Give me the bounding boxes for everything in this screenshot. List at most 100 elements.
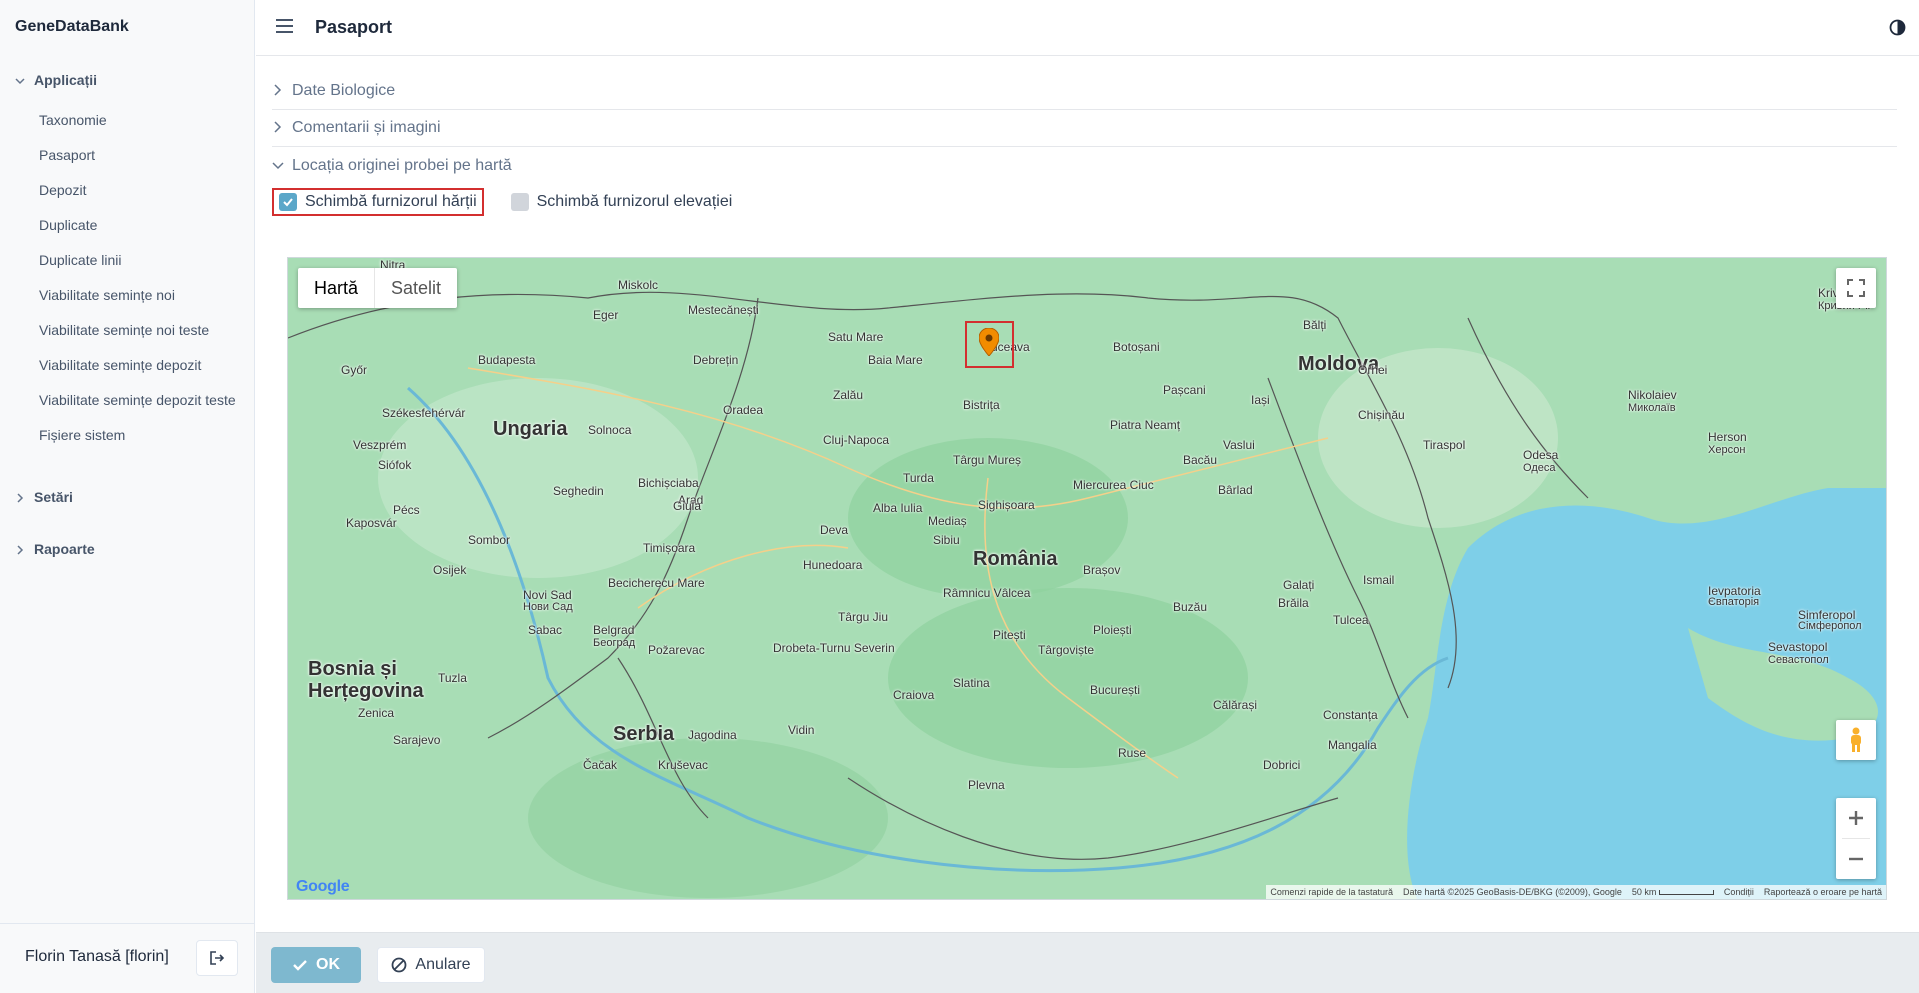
section-locatia-originei[interactable]: Locația originei probei pe hartă [272, 147, 1897, 184]
minus-icon [1849, 857, 1863, 861]
map-place-label: Херсон [1708, 444, 1746, 456]
sidebar: GeneDataBank Applicații Taxonomie Pasapo… [0, 0, 255, 993]
user-name: Florin Tanasă [florin] [25, 948, 169, 965]
elevation-provider-checkbox[interactable]: Schimbă furnizorul elevației [506, 188, 738, 216]
map-place-label: Ruse [1118, 746, 1147, 760]
menu-icon[interactable] [276, 19, 293, 33]
sidebar-item-duplicate[interactable]: Duplicate [39, 213, 236, 248]
terms-link[interactable]: Condiții [1724, 885, 1754, 899]
map-place-label: Mangalia [1328, 738, 1377, 752]
street-view-button[interactable] [1836, 720, 1876, 760]
sidebar-item-viabilitate-noi[interactable]: Viabilitate semințe noi [39, 283, 236, 318]
keyboard-shortcuts-link[interactable]: Comenzi rapide de la tastatură [1270, 885, 1393, 899]
map-provider-checkbox[interactable]: Schimbă furnizorul hărții [272, 188, 484, 216]
map-place-label: Alba Iulia [873, 501, 923, 515]
sidebar-item-depozit[interactable]: Depozit [39, 178, 236, 213]
map-place-label: Jagodina [688, 728, 737, 742]
map-place-label: Vidin [788, 723, 815, 737]
cancel-button[interactable]: Anulare [377, 947, 485, 983]
zoom-in-button[interactable] [1836, 798, 1876, 838]
google-logo: Google [296, 878, 350, 896]
map-place-label: Seghedin [553, 484, 604, 498]
map-place-label: Sibiu [933, 533, 960, 547]
section-comentarii-imagini[interactable]: Comentarii și imagini [272, 110, 1897, 147]
checkbox-unchecked-icon [510, 193, 529, 211]
map-place-label: Veszprém [353, 438, 407, 452]
nav-group-label: Setări [34, 489, 73, 505]
map-place-label: Satu Mare [828, 330, 884, 344]
map-place-label: Brăila [1278, 596, 1309, 610]
chevron-right-icon [272, 120, 282, 136]
map-place-label: București [1090, 683, 1141, 697]
map-place-label: Сімферопол [1798, 620, 1862, 632]
map-country-label: Bosnia și [308, 658, 397, 680]
nav-items-list: Taxonomie Pasaport Depozit Duplicate Dup… [39, 108, 236, 458]
map-place-label: Tuzla [438, 671, 467, 685]
map-place-label: Cluj-Napoca [823, 433, 890, 447]
checkbox-checked-icon [279, 193, 297, 211]
map-place-label: Târgoviște [1038, 643, 1095, 657]
section-label: Comentarii și imagini [292, 119, 441, 136]
nav-group-applicatii[interactable]: Applicații [15, 72, 97, 88]
map-canvas[interactable]: România Moldova Ungaria Serbia Bosnia și… [287, 257, 1887, 900]
map-place-label: Oradea [723, 403, 764, 417]
theme-toggle-icon[interactable] [1889, 19, 1906, 36]
map-place-label: Turda [903, 471, 934, 485]
ban-icon [392, 957, 407, 973]
main-content: Date Biologice Comentarii și imagini Loc… [256, 57, 1919, 932]
logout-icon [210, 951, 225, 965]
logout-button[interactable] [196, 940, 238, 976]
map-place-label: Миколаїв [1628, 402, 1676, 414]
map-place-label: Zenica [358, 706, 395, 720]
map-place-label: Eger [593, 308, 619, 322]
topbar: Pasaport [256, 0, 1919, 56]
map-place-label: Târgu Jiu [838, 610, 889, 624]
fullscreen-icon [1847, 279, 1865, 297]
sidebar-item-pasaport[interactable]: Pasaport [39, 143, 236, 178]
map-place-label: Botoșani [1113, 340, 1160, 354]
map-place-label: Győr [341, 363, 368, 377]
map-place-label: Požarevac [648, 643, 705, 657]
map-place-label: Odesa [1523, 448, 1559, 462]
ok-button[interactable]: OK [271, 947, 361, 983]
map-place-label: Sarajevo [393, 733, 441, 747]
sidebar-item-viabilitate-depozit[interactable]: Viabilitate semințe depozit [39, 353, 236, 388]
sidebar-item-viabilitate-noi-teste[interactable]: Viabilitate semințe noi teste [39, 318, 236, 353]
map-place-label: Tulcea [1333, 613, 1369, 627]
map-country-label: Herțegovina [308, 680, 424, 702]
sidebar-item-taxonomie[interactable]: Taxonomie [39, 108, 236, 143]
map-type-hartă-button[interactable]: Hartă [298, 268, 374, 308]
fullscreen-button[interactable] [1836, 268, 1876, 308]
brand-logo[interactable]: GeneDataBank [15, 18, 129, 36]
nav-group-rapoarte[interactable]: Rapoarte [15, 541, 95, 557]
google-logo-text: Google [296, 878, 350, 895]
map-place-label: Siófok [378, 458, 412, 472]
map-place-label: Pitești [993, 628, 1026, 642]
checkbox-label: Schimbă furnizorul elevației [536, 193, 733, 210]
section-date-biologice[interactable]: Date Biologice [272, 73, 1897, 110]
map-data-text: Date hartă ©2025 GeoBasis-DE/BKG (©2009)… [1403, 887, 1622, 897]
section-label: Locația originei probei pe hartă [292, 156, 512, 174]
map-scale[interactable]: 50 km [1632, 885, 1714, 899]
map-place-label: Sombor [468, 533, 511, 547]
map-place-label: Kruševac [658, 758, 709, 772]
plus-icon [1849, 811, 1863, 825]
map-place-label: Bistrița [963, 398, 1000, 412]
report-error-link[interactable]: Raportează o eroare pe hartă [1764, 885, 1882, 899]
map-type-control: Hartă Satelit [298, 268, 458, 308]
sidebar-item-fisiere-sistem[interactable]: Fișiere sistem [39, 423, 236, 458]
page-title: Pasaport [315, 17, 393, 37]
zoom-out-button[interactable] [1836, 839, 1876, 879]
map-place-label: Mestecănești [688, 303, 759, 317]
map-place-label: Slatina [953, 676, 990, 690]
map-marker[interactable] [978, 327, 1000, 361]
nav-group-setari[interactable]: Setări [15, 489, 73, 505]
map-place-label: Călărași [1213, 698, 1258, 712]
sidebar-item-duplicate-linii[interactable]: Duplicate linii [39, 248, 236, 283]
map-place-label: Pécs [393, 503, 420, 517]
sidebar-item-viabilitate-depozit-teste[interactable]: Viabilitate semințe depozit teste [39, 388, 236, 423]
map-country-label: Ungaria [493, 418, 568, 440]
map-type-satelit-button[interactable]: Satelit [374, 268, 457, 308]
chevron-right-icon [15, 492, 24, 503]
map-place-label: Miercurea Ciuc [1073, 478, 1154, 492]
